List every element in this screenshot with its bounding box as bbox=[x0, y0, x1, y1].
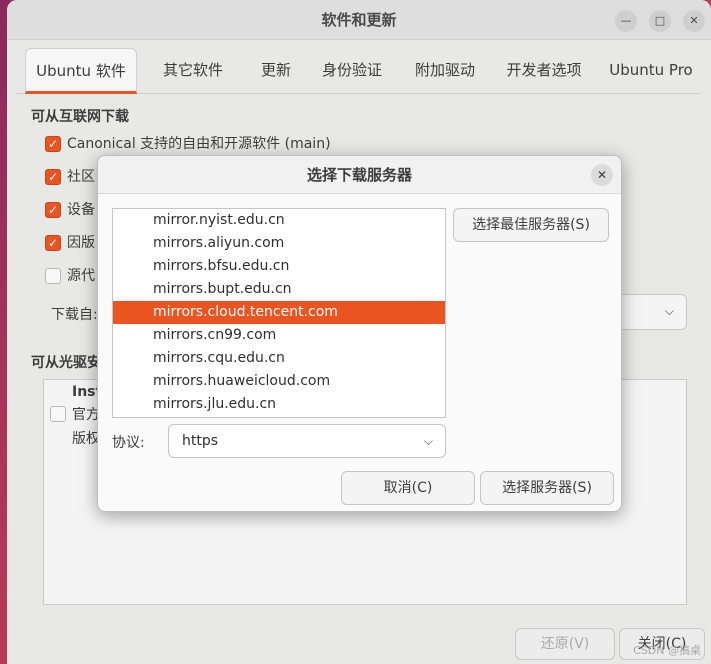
choose-server-dialog: 选择下载服务器 ✕ mirror.nyist.edu.cn mirrors.al… bbox=[97, 155, 622, 512]
dialog-title: 选择下载服务器 bbox=[98, 156, 621, 194]
server-item[interactable]: mirrors.bfsu.edu.cn bbox=[113, 255, 445, 278]
cdrom-section-title: 可从光驱安 bbox=[31, 355, 101, 371]
tab-ubuntu-software[interactable]: Ubuntu 软件 bbox=[25, 48, 137, 94]
tab-authentication[interactable]: 身份验证 bbox=[307, 48, 397, 94]
option-source[interactable]: 源代 bbox=[45, 264, 95, 288]
watermark: CSDN @搞桌 bbox=[633, 644, 701, 657]
option-label: Canonical 支持的自由和开源软件 (main) bbox=[67, 136, 331, 152]
internet-section-title: 可从互联网下载 bbox=[31, 109, 129, 125]
option-device[interactable]: ✓ 设备 bbox=[45, 198, 95, 222]
choose-server-button[interactable]: 选择服务器(S) bbox=[480, 471, 614, 505]
server-item[interactable]: mirror.nyist.edu.cn bbox=[113, 209, 445, 232]
checkbox-checked-icon[interactable]: ✓ bbox=[45, 136, 61, 152]
checkbox-checked-icon[interactable]: ✓ bbox=[45, 169, 61, 185]
server-item[interactable]: mirrors.bupt.edu.cn bbox=[113, 278, 445, 301]
checkbox-unchecked-icon[interactable] bbox=[50, 406, 66, 422]
close-icon[interactable]: ✕ bbox=[683, 10, 705, 32]
protocol-value: https bbox=[182, 433, 219, 449]
cdrom-item-line2: 版权 bbox=[72, 431, 100, 447]
server-item[interactable]: mirrors.jlu.edu.cn bbox=[113, 393, 445, 416]
server-item[interactable]: mirrors.aliyun.com bbox=[113, 232, 445, 255]
tab-developer-options[interactable]: 开发者选项 bbox=[489, 48, 599, 94]
server-item[interactable]: mirrors.cqu.edu.cn bbox=[113, 347, 445, 370]
revert-button[interactable]: 还原(V) bbox=[515, 628, 615, 660]
option-label: 因版 bbox=[67, 235, 95, 251]
chevron-down-icon: ⌵ bbox=[664, 304, 674, 318]
close-icon[interactable]: ✕ bbox=[591, 164, 613, 186]
window-title: 软件和更新 bbox=[321, 11, 397, 29]
tab-bar: Ubuntu 软件 其它软件 更新 身份验证 附加驱动 开发者选项 Ubuntu… bbox=[15, 48, 701, 94]
checkbox-checked-icon[interactable]: ✓ bbox=[45, 235, 61, 251]
protocol-label: 协议: bbox=[112, 435, 145, 451]
option-label: 设备 bbox=[67, 202, 95, 218]
server-item[interactable]: mirrors.cn99.com bbox=[113, 324, 445, 347]
server-item-selected[interactable]: mirrors.cloud.tencent.com bbox=[113, 301, 445, 324]
option-main[interactable]: ✓ Canonical 支持的自由和开源软件 (main) bbox=[45, 132, 331, 156]
cdrom-item-line1: 官方 bbox=[72, 407, 100, 423]
option-label: 源代 bbox=[67, 268, 95, 284]
minimize-icon[interactable]: — bbox=[615, 10, 637, 32]
option-label: 社区 bbox=[67, 169, 95, 185]
tab-updates[interactable]: 更新 bbox=[243, 48, 309, 94]
maximize-icon[interactable]: □ bbox=[649, 10, 671, 32]
server-list[interactable]: mirror.nyist.edu.cn mirrors.aliyun.com m… bbox=[112, 208, 446, 418]
tab-other-software[interactable]: 其它软件 bbox=[143, 48, 243, 94]
select-best-server-button[interactable]: 选择最佳服务器(S) bbox=[453, 208, 609, 242]
checkbox-checked-icon[interactable]: ✓ bbox=[45, 202, 61, 218]
option-community[interactable]: ✓ 社区 bbox=[45, 165, 95, 189]
option-copyright[interactable]: ✓ 因版 bbox=[45, 231, 95, 255]
chevron-down-icon: ⌵ bbox=[423, 434, 433, 448]
checkbox-unchecked-icon[interactable] bbox=[45, 268, 61, 284]
cancel-button[interactable]: 取消(C) bbox=[341, 471, 475, 505]
tab-additional-drivers[interactable]: 附加驱动 bbox=[395, 48, 495, 94]
protocol-select[interactable]: https ⌵ bbox=[168, 424, 446, 458]
download-from-label: 下载自: bbox=[51, 307, 98, 323]
server-item[interactable]: mirrors.huaweicloud.com bbox=[113, 370, 445, 393]
window-titlebar: 软件和更新 — □ ✕ bbox=[7, 0, 711, 40]
tab-ubuntu-pro[interactable]: Ubuntu Pro bbox=[597, 48, 705, 94]
